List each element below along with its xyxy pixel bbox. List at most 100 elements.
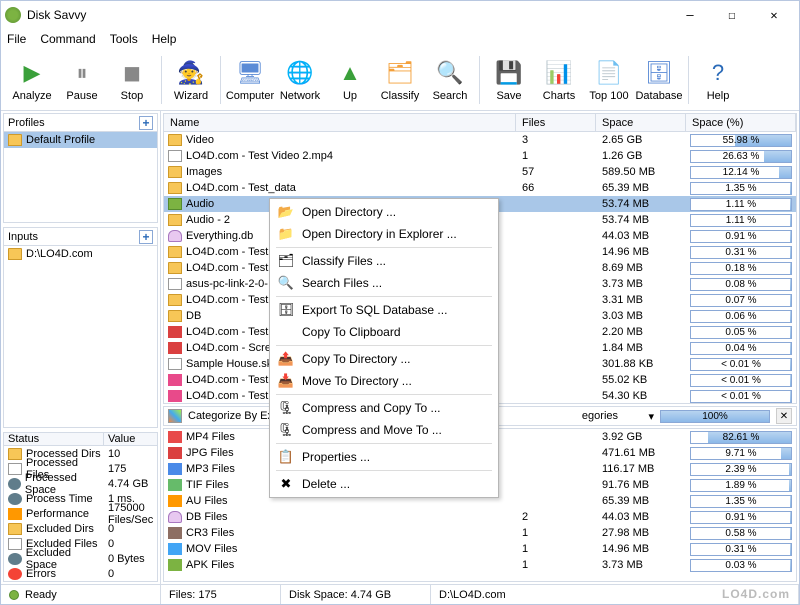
- inputs-panel-title: Inputs: [8, 231, 139, 243]
- close-button[interactable]: ✕: [753, 4, 795, 26]
- ctx-export-to-sql-database[interactable]: 🗄Export To SQL Database ...: [272, 299, 496, 321]
- table-row[interactable]: CR3 Files127.98 MB0.58 %: [164, 525, 796, 541]
- toolbar-search-button[interactable]: 🔍Search: [425, 52, 475, 108]
- jpg-icon: [168, 447, 182, 459]
- watermark: LO4D.com: [722, 587, 790, 601]
- status-state: Ready: [25, 589, 57, 601]
- ctx-open-directory[interactable]: 📂Open Directory ...: [272, 201, 496, 223]
- ctx-delete[interactable]: ✖Delete ...: [272, 473, 496, 495]
- db-icon: [168, 511, 182, 523]
- file-icon: [168, 150, 182, 162]
- folder-icon: [168, 294, 182, 306]
- table-row[interactable]: MOV Files114.96 MB0.31 %: [164, 541, 796, 557]
- toolbar-up-button[interactable]: ▲Up: [325, 52, 375, 108]
- ctx-item-icon: 📁: [278, 226, 294, 242]
- toolbar-top-100-button[interactable]: 📄Top 100: [584, 52, 634, 108]
- context-menu: 📂Open Directory ...📁Open Directory in Ex…: [269, 198, 499, 498]
- file-icon: [168, 278, 182, 290]
- toolbar-wizard-button[interactable]: 🧙Wizard: [166, 52, 216, 108]
- ctx-compress-and-copy-to[interactable]: 🗜Compress and Copy To ...: [272, 397, 496, 419]
- ctx-move-to-directory[interactable]: 📥Move To Directory ...: [272, 370, 496, 392]
- status-row: Excluded Space0 Bytes: [4, 551, 157, 566]
- status-row: Processed Space4.74 GB: [4, 476, 157, 491]
- table-row[interactable]: Video32.65 GB55.98 %: [164, 132, 796, 148]
- apk-icon: [168, 559, 182, 571]
- toolbar-computer-button[interactable]: 🖥Computer: [225, 52, 275, 108]
- ctx-copy-to-clipboard[interactable]: Copy To Clipboard: [272, 321, 496, 343]
- column-header-name[interactable]: Name: [164, 114, 516, 131]
- ctx-item-icon: 📋: [278, 449, 294, 465]
- ctx-item-icon: ✖: [278, 476, 294, 492]
- jpg-icon: [168, 342, 182, 354]
- status-bar: Ready Files: 175 Disk Space: 4.74 GB D:\…: [1, 584, 799, 604]
- table-row[interactable]: LO4D.com - Test_data6665.39 MB1.35 %: [164, 180, 796, 196]
- status-col-name: Status: [4, 433, 104, 445]
- folder-icon: [168, 310, 182, 322]
- gear-icon: [8, 493, 22, 505]
- status-row: Performance175000 Files/Sec: [4, 506, 157, 521]
- table-row[interactable]: Images57589.50 MB12.14 %: [164, 164, 796, 180]
- folder-icon: [168, 166, 182, 178]
- add-profile-button[interactable]: +: [139, 116, 153, 130]
- ctx-compress-and-move-to[interactable]: 🗜Compress and Move To ...: [272, 419, 496, 441]
- mp3-icon: [168, 463, 182, 475]
- add-input-button[interactable]: +: [139, 230, 153, 244]
- categorize-label: Categorize By Ext: [188, 410, 276, 422]
- table-row[interactable]: LO4D.com - Test Video 2.mp411.26 GB26.63…: [164, 148, 796, 164]
- cr3-icon: [168, 527, 182, 539]
- toolbar-save-button[interactable]: 💾Save: [484, 52, 534, 108]
- au-icon: [168, 495, 182, 507]
- menu-item-command[interactable]: Command: [40, 32, 95, 46]
- input-item[interactable]: D:\LO4D.com: [4, 246, 157, 262]
- categorize-total-pct: 100%: [661, 411, 769, 422]
- toolbar-stop-button[interactable]: ◼Stop: [107, 52, 157, 108]
- toolbar-classify-button[interactable]: 🗂Classify: [375, 52, 425, 108]
- toolbar-analyze-button[interactable]: ▶Analyze: [7, 52, 57, 108]
- folder-open-icon: [168, 198, 182, 210]
- mp4-icon: [168, 431, 182, 443]
- mov-icon: [168, 543, 182, 555]
- table-row[interactable]: DB Files244.03 MB0.91 %: [164, 509, 796, 525]
- perf-icon: [8, 508, 22, 520]
- folder-icon: [8, 248, 22, 260]
- gear-icon: [8, 553, 22, 565]
- categorize-close-button[interactable]: ✕: [776, 408, 792, 424]
- table-row[interactable]: APK Files13.73 MB0.03 %: [164, 557, 796, 573]
- ctx-open-directory-in-explorer[interactable]: 📁Open Directory in Explorer ...: [272, 223, 496, 245]
- folder-icon: [168, 262, 182, 274]
- column-header-pct[interactable]: Space (%): [686, 114, 796, 131]
- app-icon: [5, 7, 21, 23]
- toolbar-pause-button[interactable]: ⏸Pause: [57, 52, 107, 108]
- tif-icon: [168, 479, 182, 491]
- folder-icon: [168, 246, 182, 258]
- profiles-panel-title: Profiles: [8, 117, 139, 129]
- toolbar-help-button[interactable]: ?Help: [693, 52, 743, 108]
- profile-item[interactable]: Default Profile: [4, 132, 157, 148]
- toolbar-charts-button[interactable]: 📊Charts: [534, 52, 584, 108]
- toolbar-database-button[interactable]: 🗄Database: [634, 52, 684, 108]
- column-header-files[interactable]: Files: [516, 114, 596, 131]
- minimize-button[interactable]: —: [669, 4, 711, 26]
- ctx-classify-files[interactable]: 🗂Classify Files ...: [272, 250, 496, 272]
- toolbar-network-button[interactable]: 🌐Network: [275, 52, 325, 108]
- ctx-copy-to-directory[interactable]: 📤Copy To Directory ...: [272, 348, 496, 370]
- categorize-icon: [168, 409, 182, 423]
- menu-item-tools[interactable]: Tools: [110, 32, 138, 46]
- ctx-item-icon: 📤: [278, 351, 294, 367]
- titlebar: Disk Savvy — ☐ ✕: [1, 1, 799, 29]
- maximize-button[interactable]: ☐: [711, 4, 753, 26]
- status-led-icon: [9, 590, 19, 600]
- folder-icon: [168, 182, 182, 194]
- menubar: File Command Tools Help: [1, 29, 799, 49]
- app-title: Disk Savvy: [27, 8, 669, 22]
- menu-item-help[interactable]: Help: [152, 32, 177, 46]
- folder-icon: [168, 214, 182, 226]
- ctx-item-icon: 📥: [278, 373, 294, 389]
- folder-icon: [8, 523, 22, 535]
- err-icon: [8, 568, 22, 580]
- ctx-search-files[interactable]: 🔍Search Files ...: [272, 272, 496, 294]
- menu-item-file[interactable]: File: [7, 32, 26, 46]
- column-header-space[interactable]: Space: [596, 114, 686, 131]
- ctx-item-icon: 🗜: [278, 400, 294, 416]
- ctx-properties[interactable]: 📋Properties ...: [272, 446, 496, 468]
